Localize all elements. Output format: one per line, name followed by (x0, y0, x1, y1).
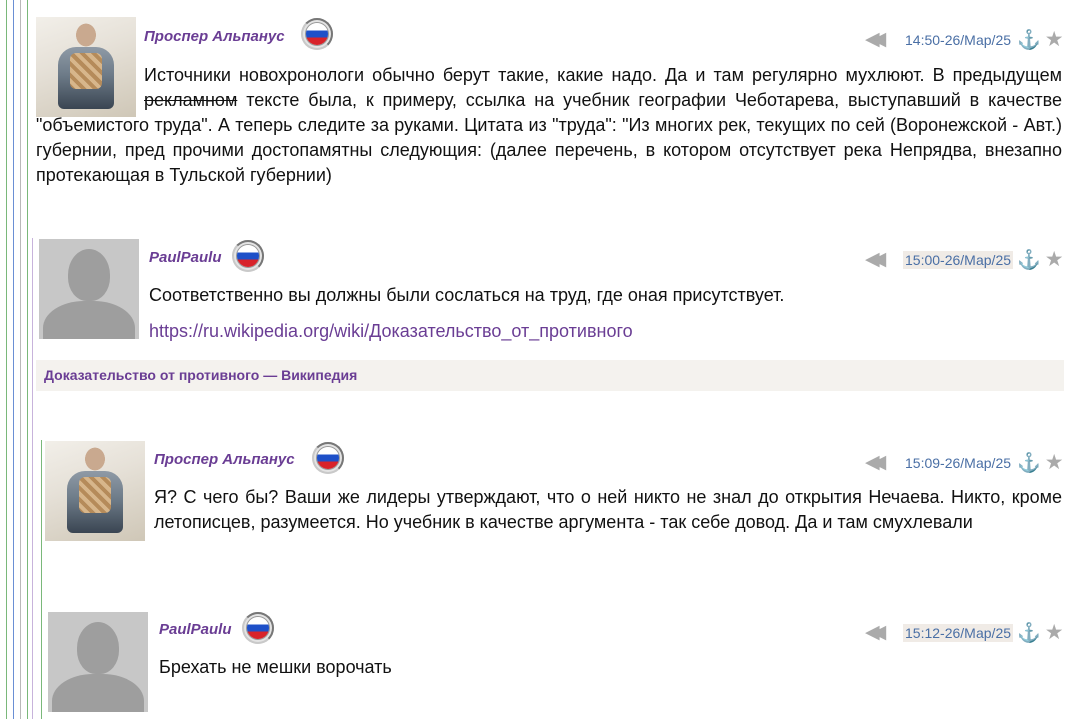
star-icon[interactable]: ★ (1045, 450, 1064, 475)
comment-post: Проспер Альпанус ◀◀ 14:50-26/Мар/25 ⚓ ★ … (0, 0, 1069, 200)
post-text: Брехать не мешки ворочать (159, 657, 392, 677)
star-icon[interactable]: ★ (1045, 27, 1064, 52)
default-avatar[interactable] (48, 612, 148, 712)
post-link[interactable]: https://ru.wikipedia.org/wiki/Доказатель… (149, 321, 633, 342)
timestamp[interactable]: 14:50-26/Мар/25 (903, 31, 1013, 49)
comment-post: PaulPaulu ◀◀ 15:00-26/Мар/25 ⚓ ★ Соответ… (0, 230, 1069, 400)
avatar-head (77, 622, 119, 674)
russia-flag-icon (232, 240, 264, 272)
strikethrough-text: рекламном (144, 90, 238, 110)
anchor-icon[interactable]: ⚓ (1017, 451, 1041, 475)
author-name[interactable]: PaulPaulu (149, 249, 222, 266)
avatar-float (36, 63, 144, 113)
rewind-icon[interactable]: ◀◀ (865, 28, 899, 51)
star-icon[interactable]: ★ (1045, 620, 1064, 645)
link-preview[interactable]: Доказательство от противного — Википедия (36, 360, 1064, 391)
timestamp[interactable]: 15:00-26/Мар/25 (903, 250, 1014, 269)
avatar-vest (79, 477, 111, 513)
russia-flag-icon (312, 442, 344, 474)
post-meta: ◀◀ 15:00-26/Мар/25 ⚓ ★ (865, 247, 1064, 272)
rewind-icon[interactable]: ◀◀ (865, 248, 899, 271)
post-text: Я? С чего бы? Ваши же лидеры утверждают,… (154, 487, 1062, 532)
timestamp[interactable]: 15:12-26/Мар/25 (903, 623, 1014, 642)
anchor-icon[interactable]: ⚓ (1017, 28, 1041, 52)
comment-post: PaulPaulu ◀◀ 15:12-26/Мар/25 ⚓ ★ Брехать… (0, 600, 1069, 719)
avatar-shoulders (43, 301, 135, 339)
post-text-part: Источники новохронологи обычно берут так… (144, 65, 1062, 85)
post-text: Источники новохронологи обычно берут так… (36, 63, 1062, 188)
avatar-shoulders (52, 674, 144, 712)
author-name[interactable]: Проспер Альпанус (154, 451, 295, 468)
default-avatar[interactable] (39, 239, 139, 339)
russia-flag-icon (301, 18, 333, 50)
russia-flag-icon (242, 612, 274, 644)
post-meta: ◀◀ 15:09-26/Мар/25 ⚓ ★ (865, 450, 1064, 475)
anchor-icon[interactable]: ⚓ (1017, 621, 1041, 645)
author-name[interactable]: PaulPaulu (159, 621, 232, 638)
anchor-icon[interactable]: ⚓ (1017, 248, 1041, 272)
post-meta: ◀◀ 15:12-26/Мар/25 ⚓ ★ (865, 620, 1064, 645)
avatar-head (68, 249, 110, 301)
post-text: Соответственно вы должны были сослаться … (149, 285, 785, 305)
rewind-icon[interactable]: ◀◀ (865, 621, 899, 644)
author-name[interactable]: Проспер Альпанус (144, 28, 285, 45)
timestamp[interactable]: 15:09-26/Мар/25 (903, 454, 1013, 472)
comment-post: Проспер Альпанус ◀◀ 15:09-26/Мар/25 ⚓ ★ … (0, 430, 1069, 600)
rewind-icon[interactable]: ◀◀ (865, 451, 899, 474)
post-meta: ◀◀ 14:50-26/Мар/25 ⚓ ★ (865, 27, 1064, 52)
star-icon[interactable]: ★ (1045, 247, 1064, 272)
user-avatar[interactable] (45, 441, 145, 541)
